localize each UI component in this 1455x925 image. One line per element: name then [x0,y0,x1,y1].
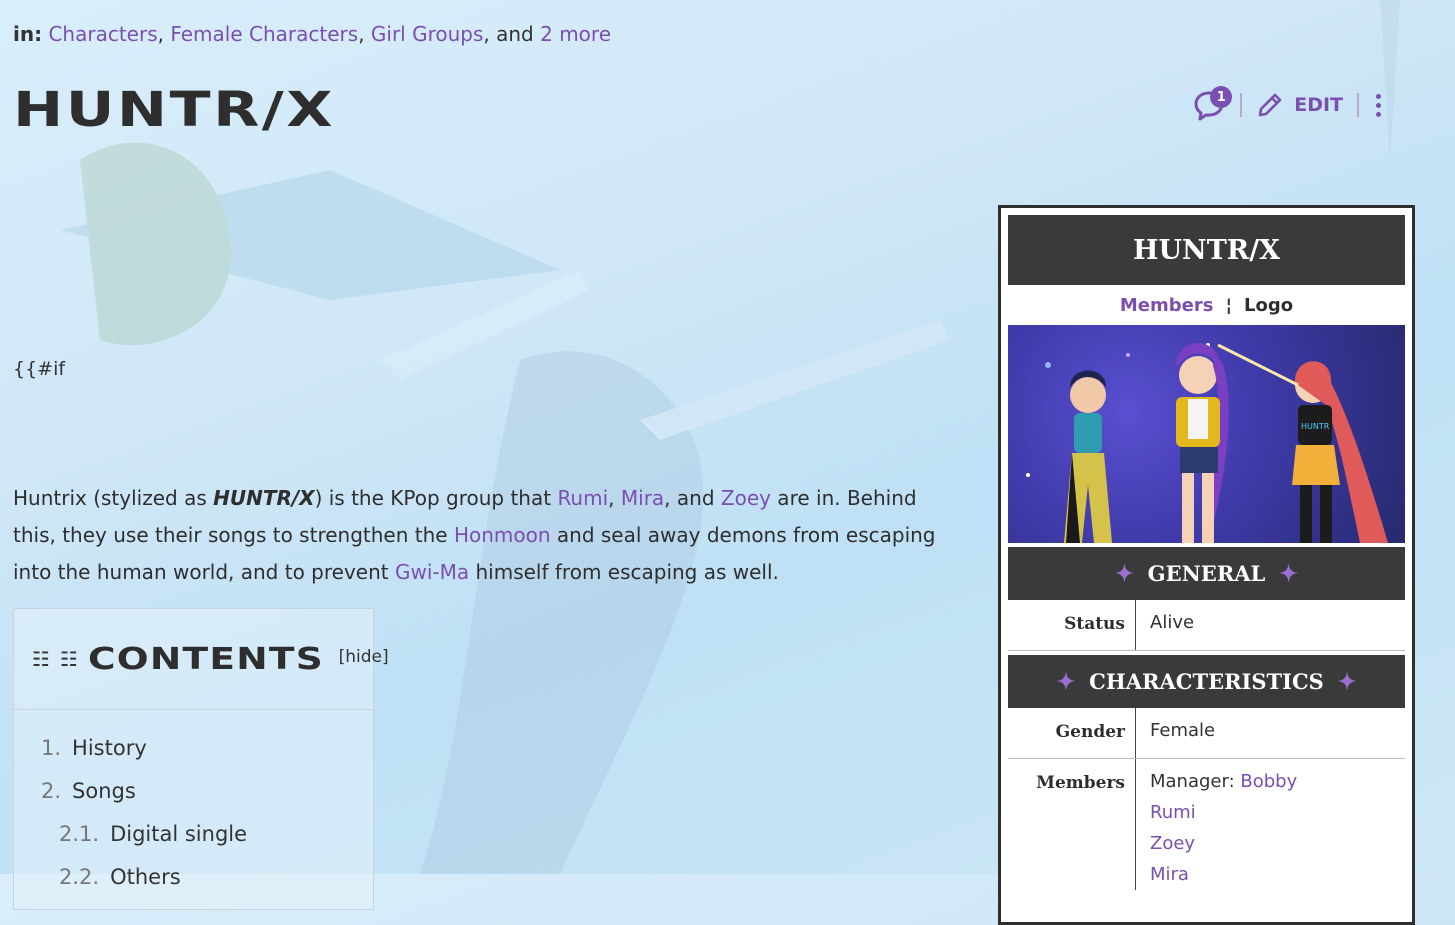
category-link-girl-groups[interactable]: Girl Groups [371,22,484,46]
categories-conj: , and [483,22,534,46]
group-image[interactable]: HUNTR [1008,325,1405,543]
status-label: Status [1008,600,1136,650]
member-link-zoey[interactable]: Zoey [1150,833,1195,854]
members-value: Manager: Bobby Rumi Zoey Mira [1136,752,1297,890]
link-gwi-ma[interactable]: Gwi-Ma [395,560,469,584]
pencil-icon [1258,93,1282,117]
toc-text: Songs [72,778,136,803]
toc-text: Digital single [110,821,248,846]
members-label: Members [1008,759,1136,890]
manager-prefix: Manager: [1150,771,1241,792]
sparkle-icon: ✦ [1279,560,1298,587]
sparkle-icon: ✦ [1337,668,1357,695]
status-value: Alive [1150,612,1195,633]
infobox-tabs: Members ¦ Logo [1008,285,1405,325]
toc-item-digital-single[interactable]: 2.1. Digital single [41,812,373,855]
toc-number: 2.1. [59,821,100,846]
intro-text: himself from escaping as well. [469,560,779,584]
gender-value: Female [1150,720,1216,741]
infobox-title: HUNTR/X [1008,215,1405,285]
section-characteristics-title: CHARACTERISTICS [1089,669,1324,694]
divider [1357,93,1359,117]
toc-number: 1. [41,735,62,760]
intro-text: , and [664,486,721,510]
link-mira[interactable]: Mira [621,486,664,510]
toc-text: Others [110,864,181,889]
intro-text: , [608,486,621,510]
category-bar: in: Characters, Female Characters, Girl … [13,22,611,46]
toc-list: 1. History 2. Songs 2.1. Digital single 2.2… [14,710,373,898]
link-honmoon[interactable]: Honmoon [454,523,551,547]
toc-hide-toggle[interactable]: [hide] [339,647,389,667]
page-title: HUNTR/X [13,82,335,138]
toc-item-others[interactable]: 2.2. Others [41,855,373,898]
member-link-rumi[interactable]: Rumi [1150,802,1196,823]
template-stub-text: {{#if [13,358,66,380]
infobox-row-status: Status Alive [1008,600,1405,651]
category-more-link[interactable]: 2 more [540,22,611,46]
link-rumi[interactable]: Rumi [557,486,608,510]
group-illustration: HUNTR [1026,343,1388,543]
section-general: ✦ GENERAL ✦ [1008,547,1405,600]
member-link-mira[interactable]: Mira [1150,864,1189,885]
svg-text:HUNTR: HUNTR [1301,422,1330,431]
more-options-icon[interactable] [1373,93,1383,117]
link-bobby[interactable]: Bobby [1240,771,1297,792]
toc-number: 2. [41,778,62,803]
comments-button[interactable]: 1 [1192,86,1233,122]
list-icon: ☷ [32,647,50,671]
toc-header: ☷ ☷ CONTENTS [hide] [14,609,389,710]
toc-title: CONTENTS [87,641,324,677]
comment-count-badge: 1 [1210,86,1233,108]
toc-item-history[interactable]: 1. History [41,726,373,769]
infobox-row-members: Members Manager: Bobby Rumi Zoey Mira [1008,759,1405,890]
tab-members[interactable]: Members [1120,295,1214,316]
intro-text: Huntrix (stylized as [13,486,214,510]
category-link-characters[interactable]: Characters [48,22,157,46]
edit-label: EDIT [1294,94,1343,116]
edit-button[interactable]: EDIT [1256,91,1343,119]
gender-label: Gender [1008,708,1136,758]
infobox: HUNTR/X Members ¦ Logo HUNTR ✦ GENERAL ✦… [998,205,1415,925]
toc-number: 2.2. [59,864,100,889]
sparkle-icon: ✦ [1056,668,1076,695]
categories-label: in: [13,22,43,46]
stylized-name: HUNTR/X [213,486,315,510]
link-zoey[interactable]: Zoey [721,486,771,510]
page-actions: 1 EDIT [1192,86,1383,122]
divider [1240,93,1243,117]
table-of-contents: ☷ ☷ CONTENTS [hide] 1. History 2. Songs 2.… [13,608,389,910]
tab-separator: ¦ [1225,294,1233,316]
category-link-female-characters[interactable]: Female Characters [170,22,358,46]
sparkle-icon: ✦ [1115,560,1134,587]
section-general-title: GENERAL [1147,561,1266,586]
list-icon: ☷ [59,647,78,671]
tab-logo[interactable]: Logo [1244,295,1293,316]
intro-paragraph: Huntrix (stylized as HUNTR/X) is the KPo… [13,480,948,591]
toc-item-songs[interactable]: 2. Songs [41,769,373,812]
intro-text: ) is the KPop group that [314,486,558,510]
manager-line: Manager: Bobby [1150,766,1297,797]
toc-text: History [72,735,147,760]
